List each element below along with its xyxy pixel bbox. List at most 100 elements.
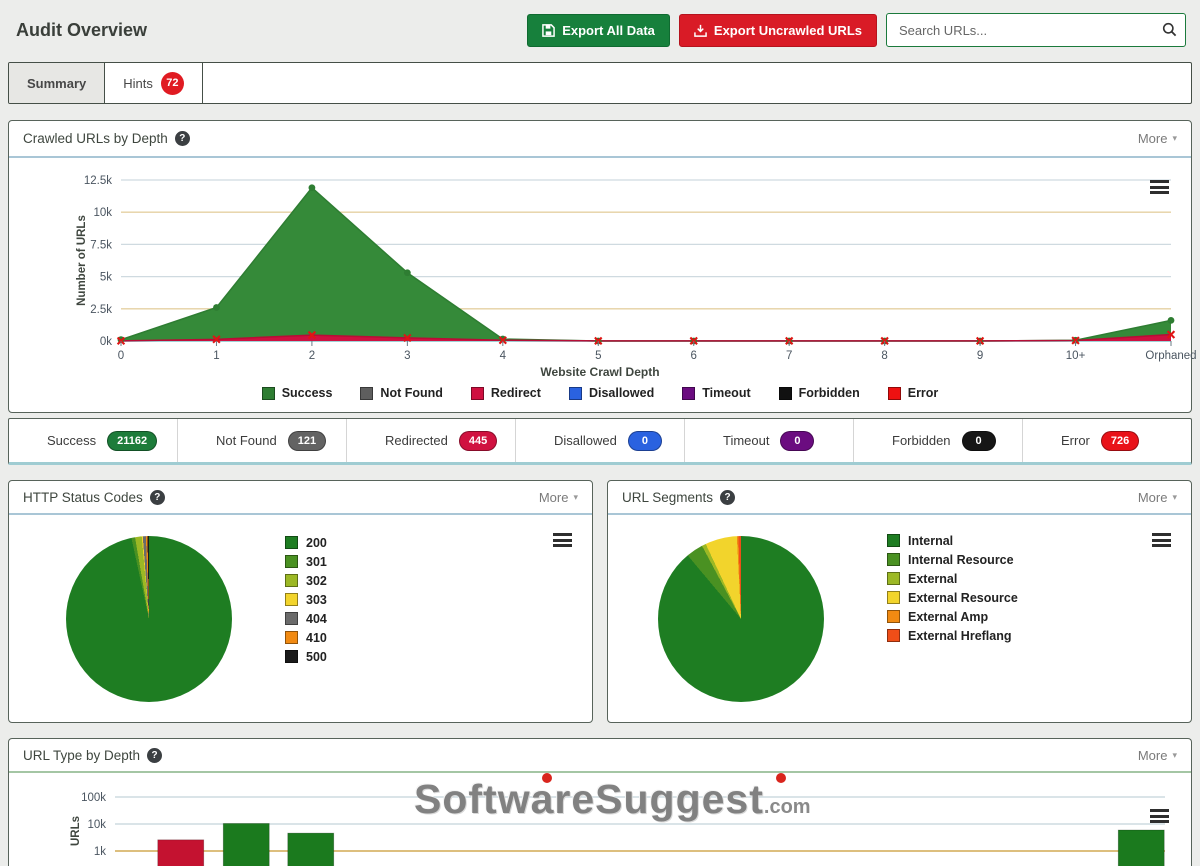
legend-item-success[interactable]: Success: [262, 386, 333, 400]
tab-hints[interactable]: Hints 72: [105, 63, 203, 103]
svg-text:7: 7: [786, 350, 792, 362]
more-dropdown[interactable]: More ▾: [1138, 490, 1177, 505]
legend-item-forbidden[interactable]: Forbidden: [779, 386, 860, 400]
legend-item-external-amp[interactable]: External Amp: [887, 607, 1018, 626]
svg-text:9: 9: [977, 350, 983, 362]
legend-item-500[interactable]: 500: [285, 647, 327, 666]
svg-text:5: 5: [595, 350, 601, 362]
url-segments-panel: URL Segments ? More ▾ Internal Internal …: [607, 480, 1192, 723]
crawl-depth-title: Crawled URLs by Depth: [23, 131, 168, 146]
svg-text:Number of URLs: Number of URLs: [76, 215, 88, 306]
svg-text:0: 0: [118, 350, 124, 362]
legend-item-error[interactable]: Error: [888, 386, 939, 400]
http-status-body: 200 301 302 303 404 410 500: [9, 515, 592, 721]
crawl-depth-legend: Success Not Found Redirect Disallowed Ti…: [15, 382, 1185, 408]
search-icon[interactable]: [1162, 22, 1177, 42]
help-icon[interactable]: ?: [720, 490, 735, 505]
legend-item-disallowed[interactable]: Disallowed: [569, 386, 654, 400]
tab-bar: Summary Hints 72: [8, 62, 1192, 104]
svg-text:URLs: URLs: [70, 816, 82, 846]
help-icon[interactable]: ?: [147, 748, 162, 763]
tab-bar-filler: [203, 63, 1191, 103]
crawl-status-summary: Success 21162 Not Found 121 Redirected 4…: [8, 418, 1192, 465]
svg-text:3: 3: [404, 350, 410, 362]
url-segments-panel-header: URL Segments ? More ▾: [608, 481, 1191, 515]
status-badge: 21162: [107, 431, 157, 451]
url-type-panel-header: URL Type by Depth ? More ▾: [9, 739, 1191, 773]
legend-item-200[interactable]: 200: [285, 533, 327, 552]
hints-count-badge: 72: [161, 72, 184, 95]
svg-text:Orphaned: Orphaned: [1145, 350, 1196, 362]
audit-overview-page: Audit Overview Export All Data Export Un…: [0, 0, 1200, 866]
status-badge: 0: [628, 431, 662, 451]
url-type-panel: URL Type by Depth ? More ▾ 1k10k100kURLs: [8, 738, 1192, 866]
export-all-data-button[interactable]: Export All Data: [527, 14, 670, 47]
http-status-pie[interactable]: [66, 536, 232, 702]
tab-summary-label: Summary: [27, 76, 86, 91]
legend-item-timeout[interactable]: Timeout: [682, 386, 750, 400]
crawl-depth-chart[interactable]: 0k2.5k5k7.5k10k12.5k012345678910+Orphane…: [15, 164, 1199, 364]
chart-menu-icon[interactable]: [1150, 180, 1169, 197]
legend-item-external-hreflang[interactable]: External Hreflang: [887, 626, 1018, 645]
stat-disallowed: Disallowed 0: [516, 419, 685, 462]
tab-summary[interactable]: Summary: [9, 63, 105, 103]
legend-item-internal-resource[interactable]: Internal Resource: [887, 550, 1018, 569]
url-type-chart[interactable]: 1k10k100kURLs: [9, 777, 1193, 866]
legend-item-not-found[interactable]: Not Found: [360, 386, 442, 400]
svg-text:10k: 10k: [93, 207, 112, 219]
more-dropdown[interactable]: More ▾: [1138, 131, 1177, 146]
top-actions: Export All Data Export Uncrawled URLs: [527, 13, 1186, 47]
url-segments-title: URL Segments: [622, 490, 713, 505]
legend-item-410[interactable]: 410: [285, 628, 327, 647]
chevron-down-icon: ▾: [1172, 492, 1177, 503]
legend-item-404[interactable]: 404: [285, 609, 327, 628]
http-status-panel-header: HTTP Status Codes ? More ▾: [9, 481, 592, 515]
page-title: Audit Overview: [16, 20, 147, 41]
chart-menu-icon[interactable]: [1150, 809, 1169, 826]
chart-menu-icon[interactable]: [1152, 533, 1171, 550]
legend-item-301[interactable]: 301: [285, 552, 327, 571]
more-dropdown[interactable]: More ▾: [1138, 748, 1177, 763]
pie-charts-row: HTTP Status Codes ? More ▾ 200 301 302 3…: [8, 480, 1192, 723]
svg-text:0k: 0k: [100, 336, 112, 348]
help-icon[interactable]: ?: [175, 131, 190, 146]
search-box: [886, 13, 1186, 47]
stat-error: Error 726: [1023, 419, 1191, 462]
chevron-down-icon: ▾: [1172, 750, 1177, 761]
url-segments-pie[interactable]: [658, 536, 824, 702]
chart-menu-icon[interactable]: [553, 533, 572, 550]
legend-item-303[interactable]: 303: [285, 590, 327, 609]
stat-timeout: Timeout 0: [685, 419, 854, 462]
export-uncrawled-urls-button[interactable]: Export Uncrawled URLs: [679, 14, 877, 47]
svg-text:2.5k: 2.5k: [90, 304, 112, 316]
svg-text:12.5k: 12.5k: [84, 175, 112, 187]
stat-redirected: Redirected 445: [347, 419, 516, 462]
more-dropdown[interactable]: More ▾: [539, 490, 578, 505]
legend-item-302[interactable]: 302: [285, 571, 327, 590]
stat-not-found: Not Found 121: [178, 419, 347, 462]
svg-text:6: 6: [691, 350, 697, 362]
url-segments-body: Internal Internal Resource External Exte…: [608, 515, 1191, 721]
search-input[interactable]: [886, 13, 1186, 47]
legend-item-internal[interactable]: Internal: [887, 531, 1018, 550]
stat-forbidden: Forbidden 0: [854, 419, 1023, 462]
stat-success: Success 21162: [9, 419, 178, 462]
svg-text:10+: 10+: [1066, 350, 1086, 362]
url-type-title: URL Type by Depth: [23, 748, 140, 763]
crawl-depth-panel-header: Crawled URLs by Depth ? More ▾: [9, 121, 1191, 158]
status-badge: 0: [780, 431, 814, 451]
export-uncrawled-urls-label: Export Uncrawled URLs: [714, 23, 862, 38]
chevron-down-icon: ▾: [573, 492, 578, 503]
legend-item-external[interactable]: External: [887, 569, 1018, 588]
export-all-data-label: Export All Data: [562, 23, 655, 38]
legend-item-external-resource[interactable]: External Resource: [887, 588, 1018, 607]
http-status-legend: 200 301 302 303 404 410 500: [285, 533, 327, 666]
top-bar: Audit Overview Export All Data Export Un…: [8, 10, 1192, 50]
legend-item-redirect[interactable]: Redirect: [471, 386, 541, 400]
status-badge: 726: [1101, 431, 1139, 451]
crawl-depth-panel: Crawled URLs by Depth ? More ▾ 0k2.5k5k7…: [8, 120, 1192, 413]
svg-text:4: 4: [500, 350, 507, 362]
status-badge: 445: [459, 431, 497, 451]
help-icon[interactable]: ?: [150, 490, 165, 505]
url-segments-legend: Internal Internal Resource External Exte…: [887, 531, 1018, 645]
